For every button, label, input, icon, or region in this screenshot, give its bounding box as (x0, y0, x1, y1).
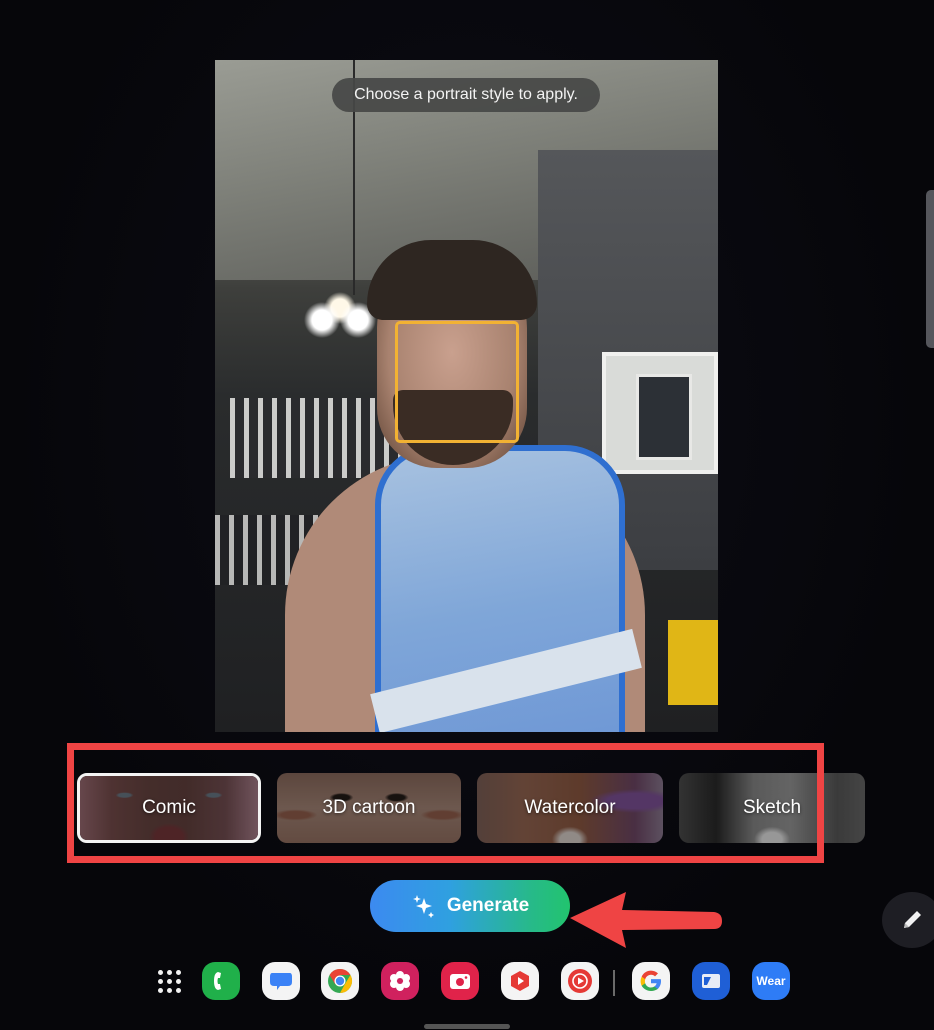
dock-app-youtube[interactable] (501, 962, 539, 1000)
dock-app-phone[interactable] (202, 962, 240, 1000)
style-label: Watercolor (524, 797, 616, 818)
taskbar-dock: Wear (150, 962, 800, 1008)
edit-button[interactable] (882, 892, 934, 948)
face-region (398, 324, 516, 440)
annotation-arrow (570, 892, 722, 948)
chat-bubble-icon (270, 973, 292, 990)
home-indicator[interactable] (424, 1024, 510, 1029)
notes-icon (702, 974, 720, 988)
dock-app-galaxy-wearable[interactable]: Wear (752, 962, 790, 1000)
app-drawer-button[interactable] (150, 962, 188, 1000)
dock-app-youtube-music[interactable] (561, 962, 599, 1000)
style-label: Sketch (742, 797, 802, 818)
edge-panel-handle[interactable] (926, 190, 934, 348)
photo-bag (668, 620, 718, 705)
dock-app-chrome[interactable] (321, 962, 359, 1000)
grid-icon (157, 969, 181, 993)
dock-app-gallery[interactable] (381, 962, 419, 1000)
photo-cabinet (602, 352, 718, 474)
wear-icon: Wear (756, 974, 786, 988)
google-g-icon (640, 970, 661, 991)
pencil-icon (904, 911, 921, 928)
dock-app-messages[interactable] (262, 962, 300, 1000)
phone-icon (214, 972, 221, 990)
dock-separator (613, 970, 615, 996)
dock-app-notes[interactable] (692, 962, 730, 1000)
youtube-music-icon (568, 969, 592, 993)
chrome-icon (328, 969, 353, 993)
dock-app-google[interactable] (632, 962, 670, 1000)
generate-label: Generate (446, 895, 530, 916)
generate-button[interactable]: Generate (370, 880, 570, 932)
photo-person-hair (367, 240, 537, 320)
camera-icon (450, 974, 470, 989)
style-label: Comic (142, 797, 196, 818)
photo-tank-top (375, 445, 625, 732)
portrait-photo-preview[interactable] (215, 60, 718, 732)
style-label: 3D cartoon (322, 797, 416, 818)
youtube-icon (511, 971, 529, 991)
dock-app-camera[interactable] (441, 962, 479, 1000)
hint-toast: Choose a portrait style to apply. (332, 78, 600, 112)
flower-icon (390, 971, 410, 991)
sparkle-icon (412, 895, 434, 918)
face-detection-box[interactable] (395, 321, 519, 443)
